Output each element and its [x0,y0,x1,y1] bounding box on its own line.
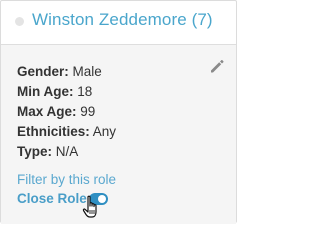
toggle-knob [98,195,106,203]
field-value: Any [92,124,117,139]
field-max-age: Max Age: 99 [17,102,116,122]
field-type: Type: N/A [17,142,116,162]
field-ethnicities: Ethnicities: Any [17,122,116,142]
field-min-age: Min Age: 18 [17,82,116,102]
role-title[interactable]: Winston Zeddemore (7) [32,10,213,30]
field-value: 99 [80,104,96,119]
field-value: Male [72,64,102,79]
field-gender: Gender: Male [17,62,116,82]
field-label: Max Age: [17,104,77,119]
status-dot-icon [15,17,24,26]
field-label: Min Age: [17,84,74,99]
filter-by-role-link[interactable]: Filter by this role [17,172,116,187]
field-label: Type: [17,144,53,159]
role-fields: Gender: Male Min Age: 18 Max Age: 99 Eth… [17,62,116,162]
role-card: Winston Zeddemore (7) Gender: Male Min A… [0,0,237,224]
field-label: Gender: [17,64,69,79]
role-card-header: Winston Zeddemore (7) [1,1,236,45]
close-role-toggle[interactable] [89,193,108,205]
role-card-body: Gender: Male Min Age: 18 Max Age: 99 Eth… [1,45,236,224]
field-label: Ethnicities: [17,124,90,139]
close-role-label[interactable]: Close Role [17,191,87,206]
field-value: 18 [77,84,93,99]
field-value: N/A [55,144,79,159]
pencil-icon[interactable] [209,58,225,74]
